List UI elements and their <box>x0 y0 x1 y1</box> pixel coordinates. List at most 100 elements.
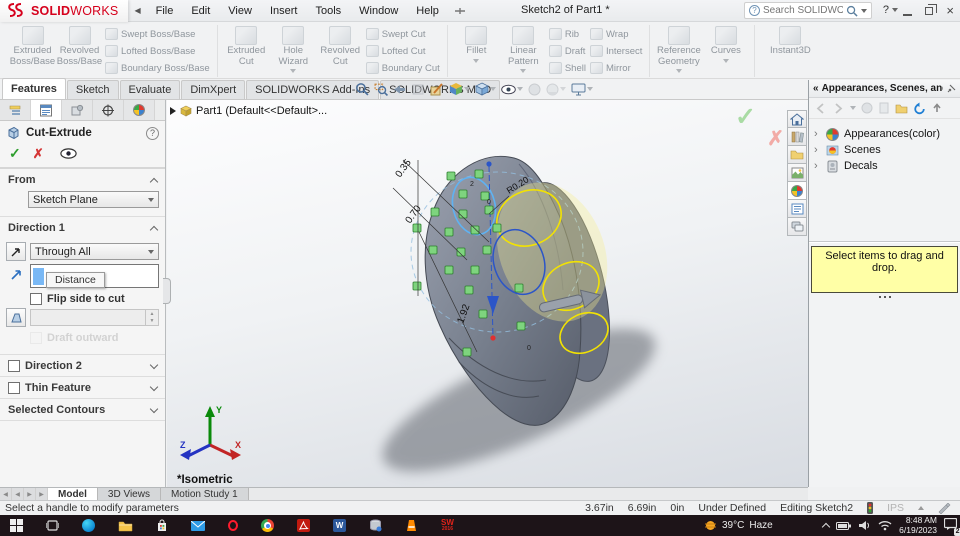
design-library-icon[interactable] <box>787 128 807 146</box>
paste-icon[interactable] <box>878 102 890 114</box>
expander-icon[interactable]: › <box>814 145 821 156</box>
display-style-icon[interactable] <box>475 82 496 96</box>
flip-side-checkbox[interactable] <box>30 293 42 305</box>
action-center-icon[interactable]: 2 <box>943 517 960 536</box>
curves-button[interactable]: Curves <box>702 25 749 63</box>
menu-insert[interactable]: Insert <box>261 5 307 17</box>
configuration-manager-tab[interactable] <box>62 100 93 120</box>
database-app-icon[interactable] <box>369 519 382 532</box>
back-icon[interactable] <box>814 102 827 115</box>
boundary-cut-button[interactable]: Boundary Cut <box>365 62 440 74</box>
cancel-button[interactable]: ✗ <box>33 146 44 162</box>
chrome-icon[interactable] <box>261 519 274 532</box>
appearances-pane-icon[interactable] <box>787 182 807 200</box>
model-tab[interactable]: Model <box>48 488 98 500</box>
swept-boss-base-button[interactable]: Swept Boss/Base <box>105 28 210 40</box>
feature-manager-tab[interactable] <box>0 100 31 120</box>
quick-tips-icon[interactable] <box>938 502 951 514</box>
clock[interactable]: 8:48 AM 6/19/2023 <box>899 515 937 535</box>
acrobat-icon[interactable] <box>297 519 310 532</box>
hole-wizard-button[interactable]: Hole Wizard <box>270 25 317 73</box>
end-condition-dropdown[interactable]: Through All <box>30 243 159 260</box>
menu-collapse-icon[interactable]: ◀ <box>128 6 146 15</box>
3d-views-tab[interactable]: 3D Views <box>97 488 161 500</box>
solidworks-taskbar-icon[interactable]: SW 2016 <box>441 518 454 532</box>
menu-edit[interactable]: Edit <box>182 5 219 17</box>
linear-pattern-button[interactable]: Linear Pattern <box>500 25 547 73</box>
pm-help-icon[interactable]: ? <box>146 126 159 140</box>
menu-view[interactable]: View <box>219 5 261 17</box>
property-manager-tab[interactable] <box>31 100 62 120</box>
menu-pin-icon[interactable] <box>454 6 466 16</box>
collapse-pane-icon[interactable]: « <box>813 83 819 94</box>
rib-button[interactable]: Rib <box>548 28 586 40</box>
forum-icon[interactable] <box>787 218 807 236</box>
revolved-cut-button[interactable]: Revolved Cut <box>317 25 364 67</box>
pin-icon[interactable] <box>946 84 956 94</box>
minimize-button[interactable] <box>903 13 913 16</box>
instant3d-button[interactable]: Instant3D <box>760 25 820 57</box>
tree-item-appearances[interactable]: › Appearances(color) <box>811 126 958 142</box>
panel-splitter-handle[interactable] <box>163 278 171 304</box>
menu-window[interactable]: Window <box>350 5 407 17</box>
open-folder-icon[interactable] <box>895 103 908 114</box>
search-input[interactable] <box>763 5 843 16</box>
tab-dimxpert[interactable]: DimXpert <box>181 80 246 99</box>
breadcrumb-text[interactable]: Part1 (Default<<Default>... <box>196 105 327 117</box>
draft-on-off-button[interactable] <box>6 308 26 327</box>
home-icon[interactable] <box>787 110 807 128</box>
display-manager-tab[interactable] <box>124 100 155 120</box>
mail-icon[interactable] <box>191 520 205 531</box>
preview-eye-icon[interactable] <box>59 148 77 159</box>
tray-expand-icon[interactable] <box>821 522 831 532</box>
from-section-header[interactable]: From <box>0 169 165 190</box>
spinner-buttons[interactable]: ▲ ▼ <box>145 310 158 325</box>
prev-tab-button[interactable]: ◀ <box>12 488 24 500</box>
thin-feature-checkbox[interactable] <box>8 382 20 394</box>
origin-point[interactable] <box>490 335 496 341</box>
flip-side-row[interactable]: Flip side to cut <box>30 293 159 305</box>
menu-file[interactable]: File <box>147 5 183 17</box>
mirror-button[interactable]: Mirror <box>589 62 642 74</box>
draft-button[interactable]: Draft <box>548 45 586 57</box>
lofted-cut-button[interactable]: Lofted Cut <box>365 45 440 57</box>
tree-item-scenes[interactable]: › Scenes <box>811 142 958 158</box>
appearance-ball-icon[interactable] <box>861 102 873 114</box>
help-menu-button[interactable]: ? <box>883 4 898 16</box>
zoom-fit-icon[interactable] <box>355 82 369 96</box>
lofted-boss-base-button[interactable]: Lofted Boss/Base <box>105 45 210 57</box>
first-tab-button[interactable]: ◀ <box>0 488 12 500</box>
reference-geometry-button[interactable]: Reference Geometry <box>655 25 702 73</box>
3d-drawing-view-icon[interactable] <box>430 82 444 96</box>
pane-splitter[interactable] <box>878 296 891 298</box>
hide-show-items-icon[interactable] <box>501 84 523 95</box>
dimxpert-manager-tab[interactable] <box>93 100 124 120</box>
previous-view-icon[interactable] <box>393 83 407 96</box>
ok-button[interactable]: ✓ <box>9 145 21 162</box>
vlc-icon[interactable] <box>405 519 418 532</box>
custom-properties-icon[interactable] <box>787 200 807 218</box>
microsoft-store-icon[interactable] <box>156 519 168 532</box>
direction1-section-header[interactable]: Direction 1 <box>0 217 165 238</box>
unit-system[interactable]: IPS <box>887 502 904 514</box>
start-button-icon[interactable] <box>10 519 23 532</box>
boundary-boss-base-button[interactable]: Boundary Boss/Base <box>105 62 210 74</box>
weather-widget[interactable]: 39°C Haze <box>704 515 773 536</box>
extruded-cut-button[interactable]: Extruded Cut <box>223 25 270 67</box>
history-caret[interactable] <box>850 106 856 110</box>
zoom-area-icon[interactable] <box>374 82 388 96</box>
direction2-checkbox[interactable] <box>8 360 20 372</box>
volume-icon[interactable] <box>858 520 871 531</box>
revolved-boss-base-button[interactable]: Revolved Boss/Base <box>56 25 103 67</box>
refresh-icon[interactable] <box>913 102 926 115</box>
selected-contours-header[interactable]: Selected Contours <box>0 399 165 420</box>
extruded-boss-base-button[interactable]: Extruded Boss/Base <box>9 25 56 67</box>
wifi-icon[interactable] <box>878 520 892 531</box>
tree-flyout-icon[interactable] <box>170 107 176 115</box>
word-icon[interactable]: W <box>333 519 346 532</box>
reverse-direction-button[interactable] <box>6 242 26 261</box>
direction2-section-header[interactable]: Direction 2 <box>0 355 165 376</box>
model-viewport[interactable]: 2 0 0 0.35 0.70 1.92 R0.20 <box>167 100 808 487</box>
section-view-icon[interactable] <box>412 83 425 96</box>
fillet-button[interactable]: Fillet <box>453 25 500 63</box>
